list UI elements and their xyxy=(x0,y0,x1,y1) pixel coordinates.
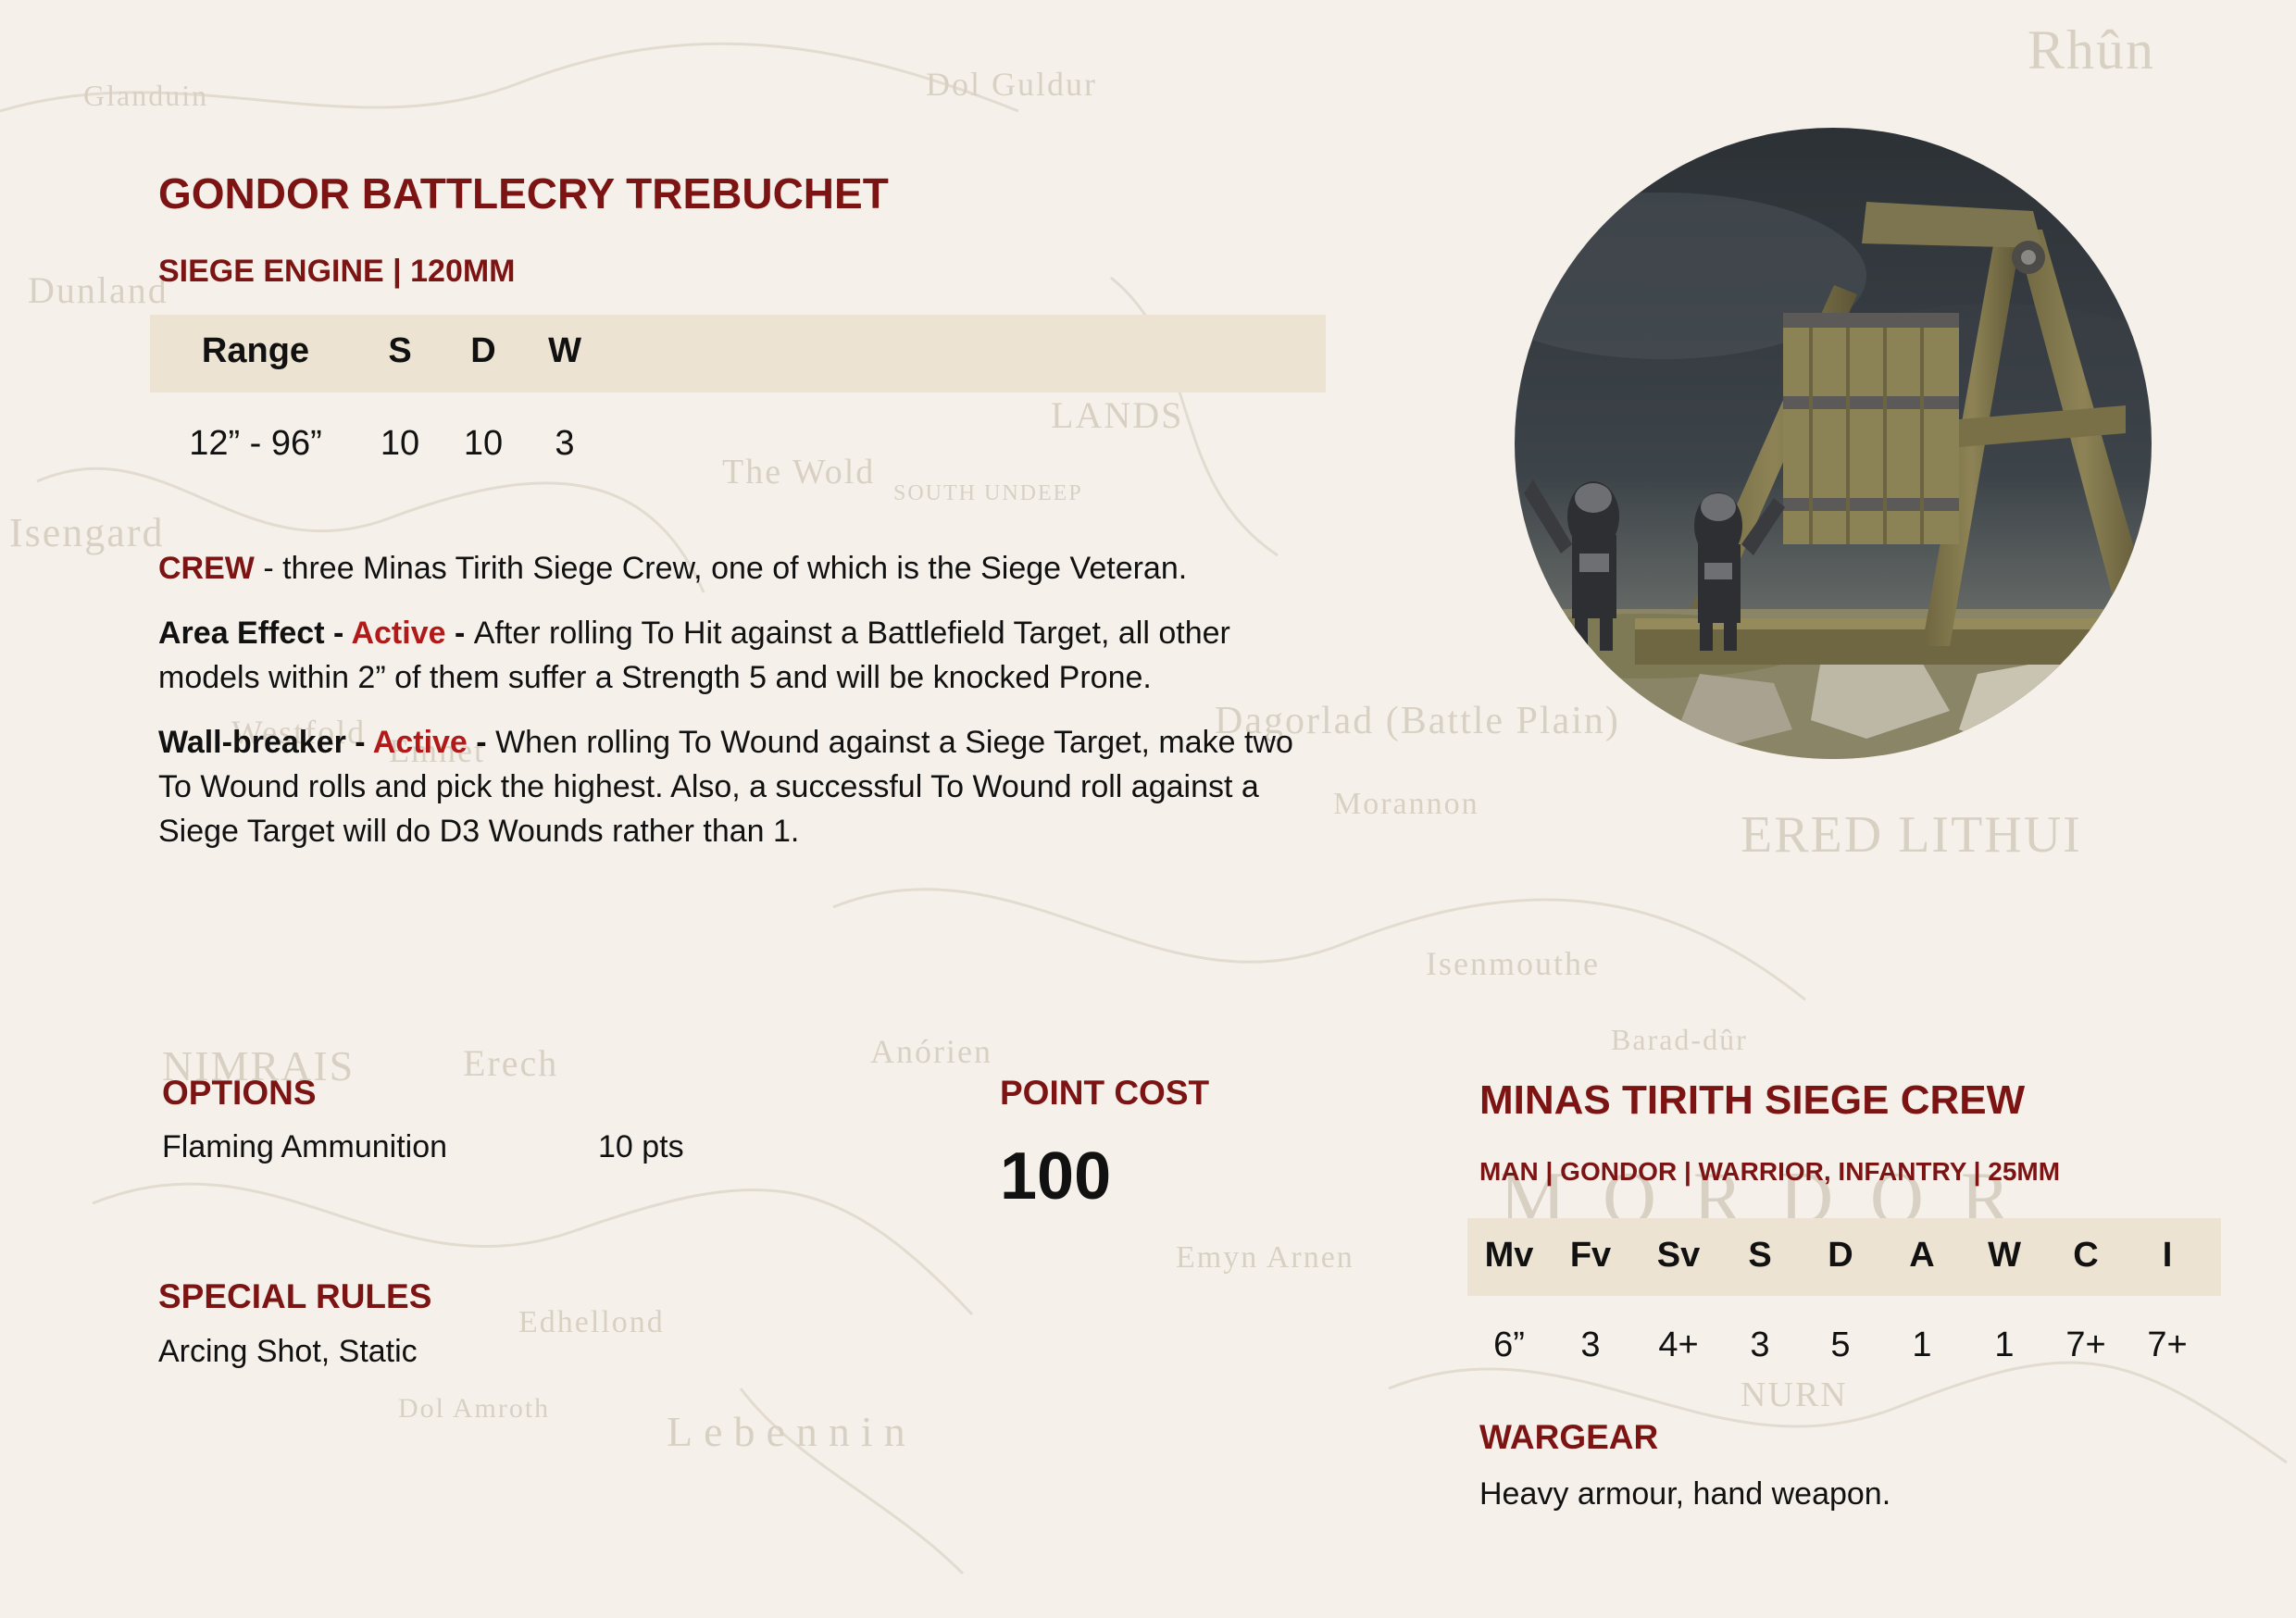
wall-breaker-rule: Wall-breaker - Active - When rolling To … xyxy=(158,720,1334,853)
wargear-heading: WARGEAR xyxy=(1479,1418,1659,1456)
rules-block: CREW - three Minas Tirith Siege Crew, on… xyxy=(158,546,1334,853)
option-cost: 10 pts xyxy=(598,1129,684,1164)
crew-stat-value-wounds: 1 xyxy=(1994,1326,2015,1364)
crew-stat-header-fight: Fv xyxy=(1569,1236,1612,1275)
crew-stat-value-save: 4+ xyxy=(1658,1326,1699,1364)
crew-stat-value-move: 6” xyxy=(1493,1326,1525,1364)
crew-label: CREW xyxy=(158,551,255,586)
option-name: Flaming Ammunition xyxy=(162,1129,448,1164)
options-heading: OPTIONS xyxy=(162,1074,317,1112)
crew-subtitle: MAN | GONDOR | WARRIOR, INFANTRY | 25MM xyxy=(1479,1157,2061,1186)
rule-separator: - xyxy=(467,725,496,760)
stat-value-wounds: 3 xyxy=(555,424,575,463)
trebuchet-portrait xyxy=(1515,128,2152,759)
unit-subtitle: SIEGE ENGINE | 120MM xyxy=(158,254,516,289)
point-cost-value: 100 xyxy=(1000,1139,1112,1214)
crew-stat-value-defence: 5 xyxy=(1830,1326,1851,1364)
crew-stat-header-wounds: W xyxy=(1988,1236,2021,1275)
stat-header-wounds: W xyxy=(548,331,581,370)
crew-stat-header-attacks: A xyxy=(1909,1236,1935,1275)
crew-rule: CREW - three Minas Tirith Siege Crew, on… xyxy=(158,546,1334,591)
crew-text: - three Minas Tirith Siege Crew, one of … xyxy=(254,551,1188,586)
special-rules-heading: SPECIAL RULES xyxy=(158,1277,432,1315)
rule-separator: - xyxy=(445,616,474,651)
active-tag: Active xyxy=(351,616,446,651)
point-cost-heading: POINT COST xyxy=(1000,1074,1210,1112)
stat-header-range: Range xyxy=(201,331,310,370)
rule-name: Area Effect - xyxy=(158,616,352,651)
crew-stat-header-save: Sv xyxy=(1656,1236,1701,1275)
crew-stat-header-defence: D xyxy=(1828,1236,1853,1275)
crew-stat-header-strength: S xyxy=(1748,1236,1772,1275)
special-rules-text: Arcing Shot, Static xyxy=(158,1334,418,1369)
crew-stat-value-attacks: 1 xyxy=(1912,1326,1932,1364)
trebuchet-illustration xyxy=(1515,128,2152,759)
area-effect-rule: Area Effect - Active - After rolling To … xyxy=(158,611,1334,700)
crew-stat-value-fight: 3 xyxy=(1580,1326,1601,1364)
stat-header-strength: S xyxy=(388,331,412,370)
stat-value-range: 12” - 96” xyxy=(189,424,322,463)
stat-header-defence: D xyxy=(470,331,496,370)
crew-stat-header-intelligence: I xyxy=(2162,1236,2173,1275)
crew-stat-value-courage: 7+ xyxy=(2065,1326,2106,1364)
crew-stat-header-courage: C xyxy=(2073,1236,2099,1275)
crew-stat-value-strength: 3 xyxy=(1750,1326,1770,1364)
unit-title: GONDOR BATTLECRY TREBUCHET xyxy=(158,169,889,218)
crew-title: MINAS TIRITH SIEGE CREW xyxy=(1479,1077,2026,1123)
rule-name: Wall-breaker - xyxy=(158,725,373,760)
crew-stat-header-move: Mv xyxy=(1484,1236,1534,1275)
stat-value-strength: 10 xyxy=(380,424,420,463)
active-tag: Active xyxy=(372,725,468,760)
wargear-text: Heavy armour, hand weapon. xyxy=(1479,1476,1891,1512)
crew-stat-value-intelligence: 7+ xyxy=(2147,1326,2188,1364)
stat-value-defence: 10 xyxy=(463,424,504,463)
